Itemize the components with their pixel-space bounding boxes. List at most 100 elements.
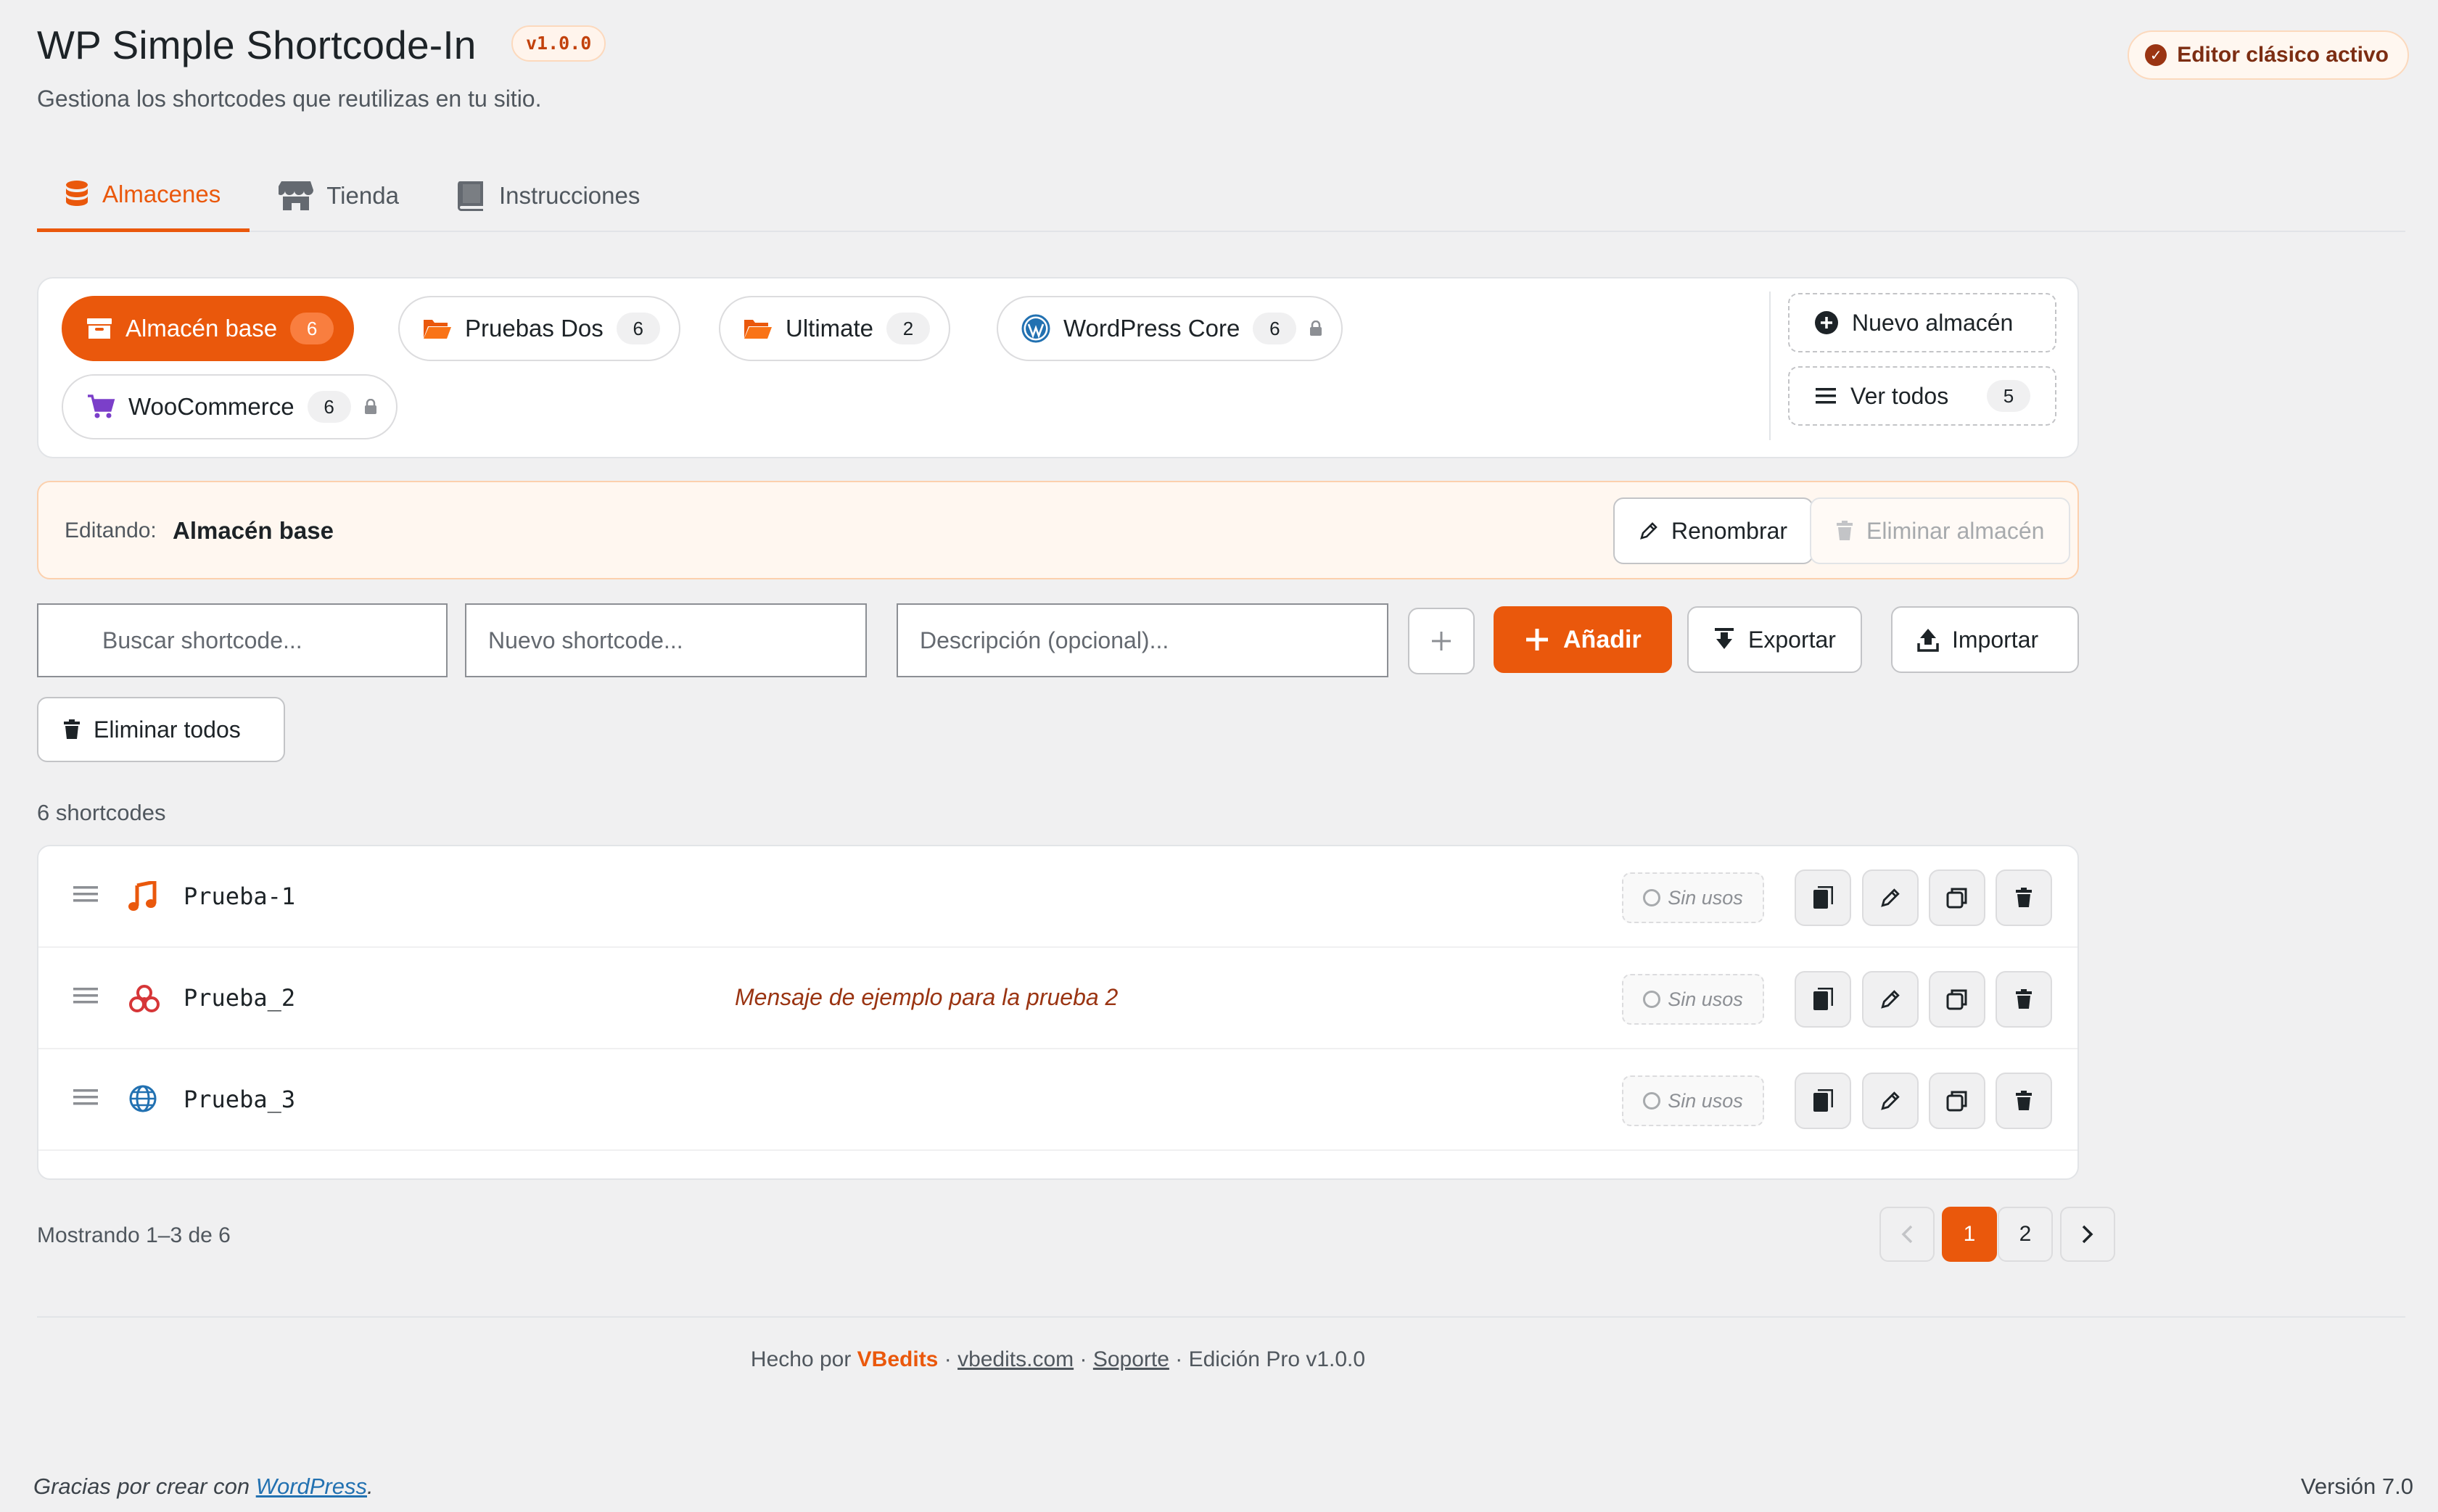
- rename-label: Renombrar: [1671, 517, 1788, 544]
- edit-button[interactable]: [1862, 869, 1919, 926]
- import-label: Importar: [1952, 626, 2039, 653]
- add-button[interactable]: Añadir: [1494, 606, 1672, 673]
- edit-button[interactable]: [1862, 1073, 1919, 1129]
- tab-label: Tienda: [326, 182, 399, 209]
- wp-footer-thanks: Gracias por crear con WordPress.: [33, 1474, 374, 1500]
- folder-open-icon: [744, 320, 772, 339]
- copy-button[interactable]: [1795, 869, 1851, 926]
- new-shortcode-input[interactable]: [465, 603, 867, 677]
- next-page-button[interactable]: [2060, 1207, 2115, 1262]
- store-icon: [279, 181, 314, 210]
- drag-handle-icon[interactable]: [73, 884, 98, 904]
- upload-icon: [1917, 629, 1939, 652]
- usage-label: Sin usos: [1668, 886, 1743, 909]
- store-chip-wordpress-core[interactable]: WordPress Core 6: [997, 296, 1343, 361]
- credits-brand: VBedits: [857, 1347, 939, 1371]
- search-wrapper: [37, 603, 448, 677]
- drag-handle-icon[interactable]: [73, 1087, 98, 1107]
- pencil-icon: [1881, 990, 1900, 1009]
- page-header: WP Simple Shortcode-In v1.0.0 Gestiona l…: [37, 16, 2409, 117]
- usage-badge: Sin usos: [1622, 1075, 1764, 1126]
- previous-page-button[interactable]: [1879, 1207, 1935, 1262]
- usage-label: Sin usos: [1668, 1089, 1743, 1112]
- circle-icon: [1643, 889, 1661, 906]
- store-chip-almacen-base[interactable]: Almacén base 6: [62, 296, 355, 361]
- shortcode-description: Mensaje de ejemplo para la prueba 2: [735, 984, 1119, 1010]
- credits-site-link[interactable]: vbedits.com: [958, 1347, 1074, 1371]
- list-item: Prueba_2 Mensaje de ejemplo para la prue…: [38, 948, 2077, 1049]
- list-item: Prueba-1 Sin usos: [38, 846, 2077, 948]
- delete-all-button[interactable]: Eliminar todos: [37, 697, 285, 762]
- editor-status-badge: ✓ Editor clásico activo: [2128, 30, 2409, 80]
- import-button[interactable]: Importar: [1891, 606, 2079, 673]
- store-chip-count: 6: [616, 313, 660, 344]
- view-all-count: 5: [1987, 380, 2030, 412]
- delete-button[interactable]: [1996, 971, 2052, 1028]
- usage-badge: Sin usos: [1622, 872, 1764, 923]
- delete-store-label: Eliminar almacén: [1866, 517, 2045, 544]
- pencil-icon: [1881, 888, 1900, 907]
- store-chip-pruebas-dos[interactable]: Pruebas Dos 6: [398, 296, 680, 361]
- stores-panel: Almacén base 6 Pruebas Dos 6 Ultimate 2: [37, 277, 2079, 458]
- new-store-label: Nuevo almacén: [1852, 309, 2014, 336]
- store-chip-label: WordPress Core: [1063, 315, 1240, 342]
- new-store-button[interactable]: Nuevo almacén: [1788, 293, 2056, 352]
- delete-store-button[interactable]: Eliminar almacén: [1810, 497, 2071, 564]
- copy-button[interactable]: [1795, 971, 1851, 1028]
- rename-button[interactable]: Renombrar: [1613, 497, 1814, 564]
- main-tabs: Almacenes Tienda Instrucciones: [37, 160, 2405, 232]
- store-chip-ultimate[interactable]: Ultimate 2: [719, 296, 951, 361]
- export-label: Exportar: [1748, 626, 1836, 653]
- lock-icon: [1310, 321, 1322, 336]
- globe-icon: [129, 1085, 157, 1112]
- delete-button[interactable]: [1996, 869, 2052, 926]
- copy-button[interactable]: [1795, 1073, 1851, 1129]
- plugin-credits: Hecho por VBedits · vbedits.com · Soport…: [37, 1347, 2079, 1372]
- shortcodes-count: 6 shortcodes: [37, 800, 166, 825]
- page-button-2[interactable]: 2: [1998, 1207, 2053, 1262]
- view-all-label: Ver todos: [1850, 382, 1949, 409]
- credits-edition: Edición Pro v1.0.0: [1188, 1347, 1366, 1371]
- tab-instrucciones[interactable]: Instrucciones: [428, 160, 669, 232]
- view-all-stores-button[interactable]: Ver todos 5: [1788, 366, 2056, 426]
- wordpress-icon: [1021, 314, 1050, 343]
- page-title: WP Simple Shortcode-In: [37, 22, 477, 67]
- store-chip-count: 6: [290, 313, 334, 344]
- shortcode-name: Prueba_3: [184, 1086, 296, 1113]
- editor-status-label: Editor clásico activo: [2177, 43, 2389, 67]
- store-chip-count: 6: [307, 391, 351, 423]
- duplicate-button[interactable]: [1929, 1073, 1985, 1129]
- delete-button[interactable]: [1996, 1073, 2052, 1129]
- expand-button[interactable]: [1408, 608, 1475, 674]
- wordpress-link[interactable]: WordPress: [256, 1474, 367, 1499]
- folder-open-icon: [424, 320, 451, 339]
- trash-icon: [2016, 1091, 2032, 1110]
- music-note-icon: [128, 881, 157, 911]
- page-button-1[interactable]: 1: [1942, 1207, 1997, 1262]
- description-input[interactable]: [897, 603, 1388, 677]
- download-icon: [1715, 628, 1734, 649]
- shortcode-list: Prueba-1 Sin usos Prueba_2 Mensaje de ej…: [37, 845, 2079, 1180]
- credits-support-link[interactable]: Soporte: [1093, 1347, 1169, 1371]
- export-button[interactable]: Exportar: [1687, 606, 1862, 673]
- plus-circle-icon: [1815, 311, 1838, 334]
- duplicate-icon: [1946, 888, 1967, 909]
- store-chip-label: Pruebas Dos: [465, 315, 604, 342]
- list-item: Prueba_3 Sin usos: [38, 1049, 2077, 1151]
- copy-icon: [1813, 1089, 1833, 1112]
- store-chip-label: Almacén base: [125, 315, 278, 342]
- trash-icon: [64, 719, 80, 739]
- wp-thanks-prefix: Gracias por crear con: [33, 1474, 250, 1499]
- trash-icon: [2016, 989, 2032, 1009]
- duplicate-button[interactable]: [1929, 971, 1985, 1028]
- tab-tienda[interactable]: Tienda: [250, 160, 428, 232]
- edit-button[interactable]: [1862, 971, 1919, 1028]
- store-chip-woocommerce[interactable]: WooCommerce 6: [62, 374, 398, 439]
- duplicate-button[interactable]: [1929, 869, 1985, 926]
- book-icon: [457, 181, 483, 211]
- lock-icon: [364, 399, 376, 414]
- tab-almacenes[interactable]: Almacenes: [37, 160, 250, 232]
- drag-handle-icon[interactable]: [73, 986, 98, 1006]
- search-input[interactable]: [37, 603, 448, 677]
- chevron-right-icon: [2082, 1225, 2093, 1244]
